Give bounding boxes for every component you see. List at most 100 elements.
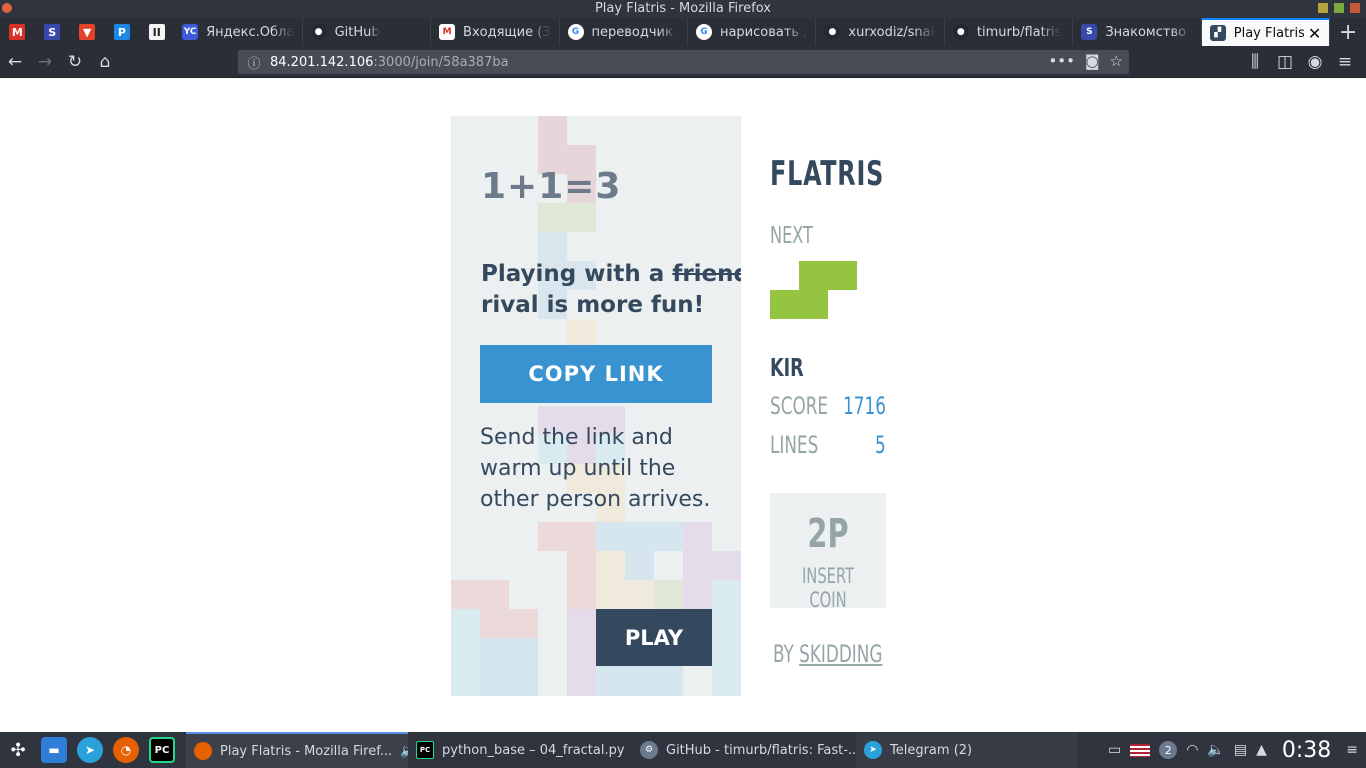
tab-draw[interactable]: Gнарисовать д — [688, 18, 817, 46]
url-host: 84.201.142.106 — [270, 54, 374, 70]
minimize-button[interactable] — [1318, 3, 1328, 13]
launcher-pycharm[interactable]: PC — [144, 732, 180, 768]
menu-icon[interactable]: ≡ — [1330, 47, 1360, 77]
s-app-icon: S — [1081, 24, 1098, 40]
launcher-file-manager[interactable]: ▬ — [36, 732, 72, 768]
battery-icon[interactable]: ▭ — [1108, 742, 1121, 758]
insert-coin-label: INSERT COIN — [801, 564, 855, 612]
home-button[interactable]: ⌂ — [90, 47, 120, 77]
next-piece-block — [799, 290, 828, 319]
close-window-button[interactable] — [1350, 3, 1360, 13]
site-info-icon[interactable]: ⓘ — [238, 53, 270, 72]
tab-github[interactable]: ● GitHub — [303, 18, 432, 46]
pinned-tab-p-app[interactable]: P — [104, 18, 139, 46]
pinned-tab-gmail[interactable]: M — [0, 18, 35, 46]
launcher-app-menu[interactable]: ✣ — [0, 732, 36, 768]
tab-translator[interactable]: Gпереводчик - — [560, 18, 688, 46]
file-manager-icon: ▬ — [41, 737, 67, 763]
author-link[interactable]: SKIDDING — [799, 640, 882, 668]
lines-value: 5 — [875, 431, 886, 459]
task-pycharm[interactable]: PC python_base – 04_fractal.py — [408, 732, 632, 768]
score-label: SCORE — [770, 392, 829, 420]
sidebar-icon[interactable]: ◫ — [1270, 47, 1300, 77]
game-well: 1+1=3 Playing with a friendrival is more… — [451, 116, 741, 696]
google-icon: G — [695, 24, 712, 40]
tab-yandex-cloud[interactable]: YC Яндекс.Облак — [174, 18, 303, 46]
copy-link-button[interactable]: COPY LINK — [480, 345, 712, 403]
library-icon[interactable]: ⫼ — [1240, 47, 1270, 77]
launcher-firefox[interactable]: ◔ — [108, 732, 144, 768]
tab-flatris-repo[interactable]: ● timurb/flatris — [945, 18, 1074, 46]
google-icon: G — [567, 24, 584, 40]
window-titlebar: Play Flatris - Mozilla Firefox — [0, 0, 1366, 18]
gmail-icon: M — [439, 24, 456, 40]
p-app-icon: P — [113, 24, 130, 40]
tab-snake-repo[interactable]: ● xurxodiz/snak — [816, 18, 945, 46]
telegram-icon: ➤ — [77, 737, 103, 763]
back-button[interactable]: ← — [0, 47, 30, 77]
tab-play-flatris[interactable]: ▞ Play Flatris ✕ — [1201, 18, 1331, 46]
speaker-icon: 🔈 — [400, 744, 408, 759]
reload-button[interactable]: ↻ — [60, 47, 90, 77]
player-name: KIR — [770, 353, 804, 382]
tray-expand-icon[interactable]: ▲ — [1256, 742, 1267, 758]
two-player-label: 2P — [807, 511, 849, 557]
panel-menu-icon[interactable]: ≡ — [1346, 742, 1358, 758]
gitlab-icon: ▼ — [79, 24, 96, 40]
game-title: FLATRIS — [770, 154, 885, 194]
s-app-icon: S — [44, 24, 61, 40]
system-tray: ▭ 2 ◠ 🔈 ▤ ▲ 0:38 ≡ — [1108, 732, 1366, 768]
notification-badge[interactable]: 2 — [1159, 741, 1178, 759]
tab-intro[interactable]: S Знакомство с — [1073, 18, 1202, 46]
pinned-tab-pause-app[interactable]: II — [139, 18, 174, 46]
taskbar: ✣ ▬ ➤ ◔ PC Play Flatris - Mozilla Firef.… — [0, 732, 1366, 768]
score-row: SCORE 1716 — [770, 392, 886, 422]
volume-icon[interactable]: 🔈 — [1207, 742, 1224, 758]
pinned-tab-gitlab[interactable]: ▼ — [70, 18, 105, 46]
brag-heading: 1+1=3 — [481, 166, 622, 207]
bookmark-star-icon[interactable]: ☆ — [1110, 52, 1123, 70]
firefox-icon — [194, 742, 212, 760]
next-piece-block — [828, 261, 857, 290]
task-firefox[interactable]: Play Flatris - Mozilla Firef...🔈 — [186, 732, 408, 768]
page-actions-icon[interactable]: ••• — [1048, 52, 1075, 70]
lines-label: LINES — [770, 431, 819, 459]
flatris-page: 1+1=3 Playing with a friendrival is more… — [0, 79, 1366, 729]
keyboard-layout-flag-icon[interactable] — [1130, 743, 1151, 757]
url-bar[interactable]: ⓘ 84.201.142.106:3000/join/58a387ba ••• … — [238, 50, 1129, 74]
tab-strip: M S ▼ P II YC Яндекс.Облак ● GitHub M Входя… — [0, 18, 1366, 46]
play-button[interactable]: PLAY — [596, 609, 712, 666]
clipboard-icon[interactable]: ▤ — [1234, 742, 1247, 758]
firefox-icon: ◔ — [113, 737, 139, 763]
telegram-icon: ➤ — [864, 741, 882, 759]
gmail-icon: M — [9, 24, 26, 40]
forward-button[interactable]: → — [30, 47, 60, 77]
pycharm-icon: PC — [149, 737, 175, 763]
insert-coin-button[interactable]: 2P INSERT COIN — [770, 493, 886, 612]
task-telegram[interactable]: ➤ Telegram (2) — [856, 732, 1078, 768]
clock[interactable]: 0:38 — [1282, 738, 1331, 763]
window-title: Play Flatris - Mozilla Firefox — [594, 1, 772, 16]
invite-heading: Playing with a friendrival is more fun! — [481, 259, 741, 321]
next-piece-preview — [770, 261, 857, 319]
flatris-icon: ▞ — [1209, 25, 1226, 41]
score-value: 1716 — [843, 392, 886, 420]
credits: BY SKIDDING — [773, 640, 883, 668]
launcher-telegram[interactable]: ➤ — [72, 732, 108, 768]
pause-app-icon: II — [148, 24, 165, 40]
wifi-icon[interactable]: ◠ — [1186, 742, 1198, 758]
task-github[interactable]: ⚙ GitHub - timurb/flatris: Fast-... — [632, 732, 856, 768]
next-piece-block — [799, 261, 828, 290]
yandex-cloud-icon: YC — [182, 24, 199, 40]
struck-word: friend — [672, 261, 741, 287]
new-tab-button[interactable]: + — [1330, 18, 1366, 46]
maximize-button[interactable] — [1334, 3, 1344, 13]
next-piece-block — [770, 290, 799, 319]
pinned-tab-s-app[interactable]: S — [35, 18, 70, 46]
tab-inbox[interactable]: M Входящие (3) — [431, 18, 560, 46]
pocket-icon[interactable]: ◙ — [1085, 52, 1100, 70]
account-icon[interactable]: ◉ — [1300, 47, 1330, 77]
close-tab-icon[interactable]: ✕ — [1308, 24, 1321, 43]
next-label: NEXT — [770, 223, 813, 249]
github-icon: ● — [310, 24, 327, 40]
